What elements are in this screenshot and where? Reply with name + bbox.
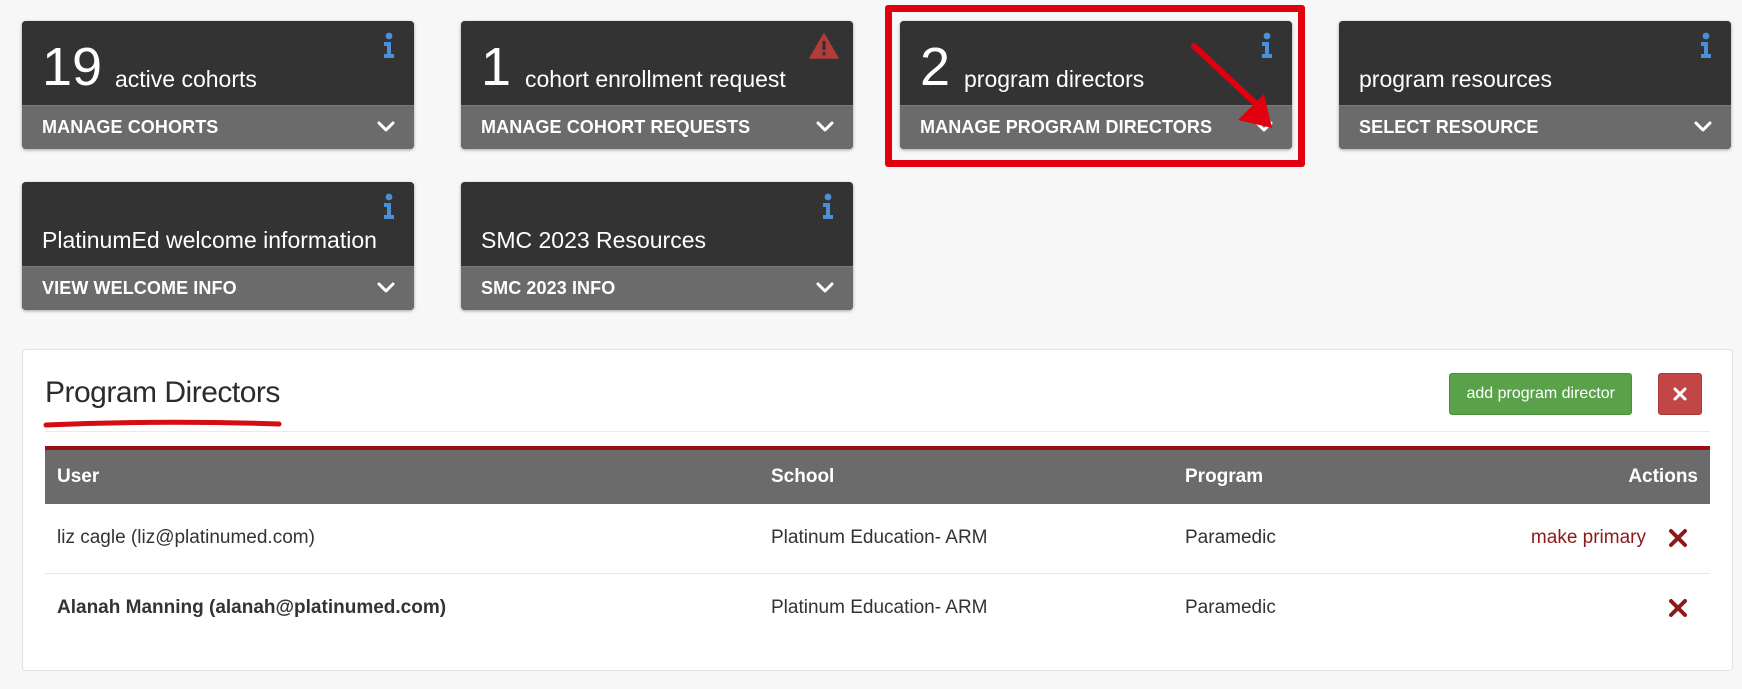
chevron-down-icon <box>1255 121 1273 132</box>
table-row: Alanah Manning (alanah@platinumed.com) P… <box>45 574 1710 644</box>
card-action-label: MANAGE COHORT REQUESTS <box>481 117 751 137</box>
chevron-down-icon <box>1694 121 1712 132</box>
info-icon[interactable] <box>378 31 400 59</box>
title-underline-annotation <box>43 419 282 428</box>
info-icon[interactable] <box>1695 31 1717 59</box>
card-label: PlatinumEd welcome information <box>42 227 377 253</box>
info-icon[interactable] <box>817 192 839 220</box>
card-label: program directors <box>964 66 1145 92</box>
card-cohort-enrollment-request: 1 cohort enrollment request MANAGE COHOR… <box>461 21 853 149</box>
cell-program: Paramedic <box>1185 597 1276 618</box>
card-action-label: VIEW WELCOME INFO <box>42 278 237 298</box>
chevron-down-icon <box>816 282 834 293</box>
manage-cohort-requests-dropdown[interactable]: MANAGE COHORT REQUESTS <box>461 105 853 149</box>
card-welcome-information: PlatinumEd welcome information VIEW WELC… <box>22 182 414 310</box>
delete-icon[interactable] <box>1668 528 1688 548</box>
column-header-actions: Actions <box>1628 466 1698 487</box>
column-header-school: School <box>771 466 835 487</box>
table-row: liz cagle (liz@platinumed.com) Platinum … <box>45 504 1710 574</box>
column-header-program: Program <box>1185 466 1264 487</box>
cell-school: Platinum Education- ARM <box>771 597 988 618</box>
manage-program-directors-dropdown[interactable]: MANAGE PROGRAM DIRECTORS <box>900 105 1292 149</box>
card-header: 2 program directors <box>900 21 1292 105</box>
close-panel-button[interactable] <box>1658 373 1702 415</box>
card-program-resources: program resources SELECT RESOURCE <box>1339 21 1731 149</box>
info-icon[interactable] <box>1256 31 1278 59</box>
program-directors-panel: Program Directors add program director U… <box>22 349 1733 671</box>
card-count: 1 <box>481 37 512 97</box>
card-header: program resources <box>1339 21 1731 105</box>
column-header-user: User <box>57 466 100 487</box>
card-count: 19 <box>42 37 103 97</box>
chevron-down-icon <box>816 121 834 132</box>
cell-school: Platinum Education- ARM <box>771 527 988 548</box>
make-primary-link[interactable]: make primary <box>1531 527 1646 549</box>
info-icon[interactable] <box>378 192 400 220</box>
panel-title: Program Directors <box>45 376 280 409</box>
card-program-directors: 2 program directors MANAGE PROGRAM DIREC… <box>900 21 1292 149</box>
card-header: SMC 2023 Resources <box>461 182 853 266</box>
close-icon <box>1673 387 1687 401</box>
card-header: PlatinumEd welcome information <box>22 182 414 266</box>
program-directors-table: User School Program Actions liz cagle (l… <box>45 446 1710 644</box>
card-active-cohorts: 19 active cohorts MANAGE COHORTS <box>22 21 414 149</box>
card-label: program resources <box>1359 66 1553 92</box>
view-welcome-info-dropdown[interactable]: VIEW WELCOME INFO <box>22 266 414 310</box>
add-program-director-button[interactable]: add program director <box>1449 373 1632 415</box>
cell-user-primary: Alanah Manning (alanah@platinumed.com) <box>57 597 447 618</box>
manage-cohorts-dropdown[interactable]: MANAGE COHORTS <box>22 105 414 149</box>
card-smc-2023-resources: SMC 2023 Resources SMC 2023 INFO <box>461 182 853 310</box>
cell-program: Paramedic <box>1185 527 1276 548</box>
card-header: 1 cohort enrollment request <box>461 21 853 105</box>
cell-user: liz cagle (liz@platinumed.com) <box>57 527 315 548</box>
select-resource-dropdown[interactable]: SELECT RESOURCE <box>1339 105 1731 149</box>
card-label: SMC 2023 Resources <box>481 227 706 253</box>
delete-icon[interactable] <box>1668 598 1688 618</box>
panel-divider <box>45 431 1710 432</box>
chevron-down-icon <box>377 121 395 132</box>
card-label: active cohorts <box>115 66 257 92</box>
table-header: User School Program Actions <box>45 446 1710 504</box>
card-header: 19 active cohorts <box>22 21 414 105</box>
chevron-down-icon <box>377 282 395 293</box>
card-count: 2 <box>920 37 951 97</box>
card-action-label: MANAGE COHORTS <box>42 117 219 137</box>
card-action-label: SMC 2023 INFO <box>481 278 616 298</box>
card-action-label: MANAGE PROGRAM DIRECTORS <box>920 117 1213 137</box>
warning-icon[interactable] <box>809 33 839 59</box>
card-action-label: SELECT RESOURCE <box>1359 117 1539 137</box>
smc-2023-info-dropdown[interactable]: SMC 2023 INFO <box>461 266 853 310</box>
card-label: cohort enrollment request <box>525 66 786 92</box>
